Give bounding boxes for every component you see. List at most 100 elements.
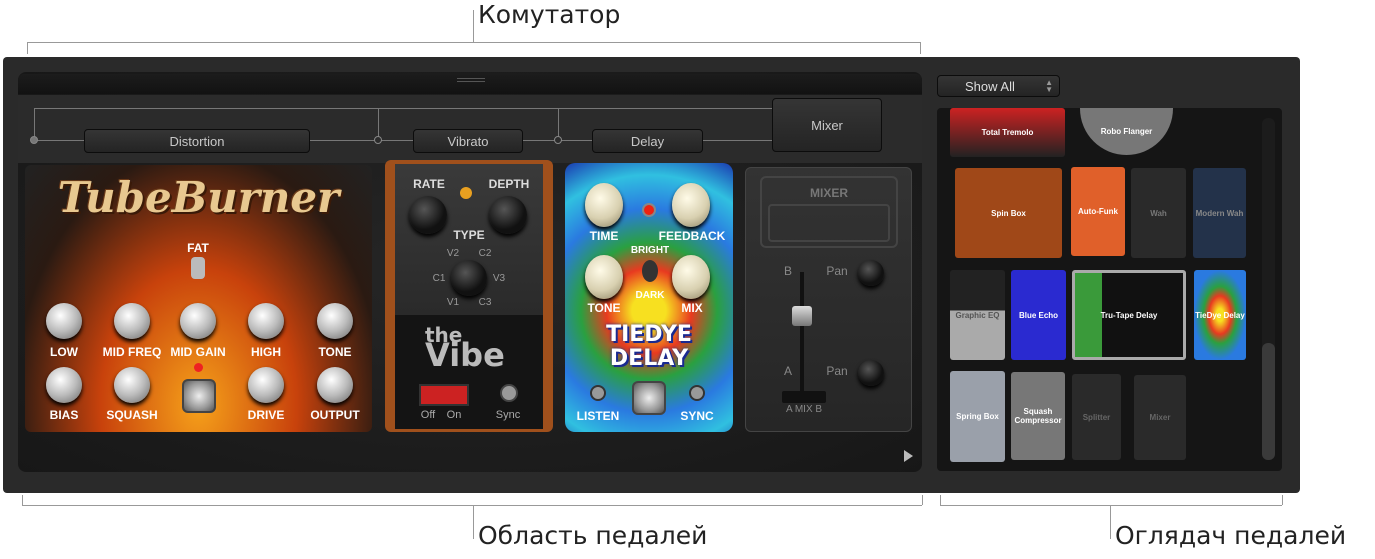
rate-knob[interactable] <box>409 196 447 234</box>
mid-freq-label: MID FREQ <box>102 345 162 359</box>
sync-button[interactable] <box>500 384 518 402</box>
feedback-label: FEEDBACK <box>658 229 726 243</box>
browser-pedal-auto-funk[interactable]: Auto-Funk <box>1071 167 1125 256</box>
router-mixer-button[interactable]: Mixer <box>772 98 882 152</box>
squash-label: SQUASH <box>106 408 158 422</box>
tone-label: TONE <box>318 345 352 359</box>
drive-label: DRIVE <box>247 408 285 422</box>
output-label: OUTPUT <box>310 408 360 422</box>
dark-label: DARK <box>635 290 665 301</box>
squash-knob[interactable] <box>114 367 150 403</box>
tiedye-logo: TIEDYE DELAY <box>565 323 733 371</box>
time-knob[interactable] <box>585 183 623 227</box>
pan-a-knob[interactable] <box>858 360 884 386</box>
browser-pedal-splitter[interactable]: Splitter <box>1072 374 1121 460</box>
listen-label: LISTEN <box>576 409 620 423</box>
mix-switch[interactable] <box>782 391 826 403</box>
drive-knob[interactable] <box>248 367 284 403</box>
vibe-logo: Vibe <box>425 336 505 374</box>
b-label: B <box>783 264 793 278</box>
callout-pedal-area: Область педалей <box>478 521 708 550</box>
feedback-knob[interactable] <box>672 183 710 227</box>
low-label: LOW <box>50 345 78 359</box>
fat-switch[interactable] <box>191 257 205 279</box>
tone-knob[interactable] <box>317 303 353 339</box>
mix-fader[interactable] <box>792 306 812 326</box>
high-label: HIGH <box>251 345 281 359</box>
logo-line: DELAY <box>609 346 689 371</box>
bright-label: BRIGHT <box>630 245 670 256</box>
browser-pedal-spring-box[interactable]: Spring Box <box>950 371 1005 462</box>
split-node[interactable] <box>374 136 382 144</box>
rate-label: RATE <box>413 177 445 191</box>
off-label: Off <box>420 409 436 421</box>
listen-button[interactable] <box>590 385 606 401</box>
tiedye-delay-pedal[interactable]: TIME FEEDBACK BRIGHT DARK TONE MIX TIEDY… <box>565 163 733 432</box>
type-label: TYPE <box>453 228 485 242</box>
resize-grip-icon[interactable] <box>457 78 485 82</box>
mixer-routing-icon <box>768 204 890 242</box>
browser-pedal-tru-tape-delay[interactable]: Tru-Tape Delay <box>1072 270 1186 360</box>
tubeburner-pedal[interactable]: TubeBurner FAT LOW MID FREQ MID GAIN HIG… <box>25 165 372 432</box>
mixer-pedal[interactable]: MIXER B Pan A Pan A MIX B <box>745 167 912 432</box>
bias-knob[interactable] <box>46 367 82 403</box>
browser-pedal-total-tremolo[interactable]: Total Tremolo <box>950 108 1065 157</box>
browser-pedal-tiedye-delay[interactable]: TieDye Delay <box>1194 270 1246 360</box>
browser-pedal-wah[interactable]: Wah <box>1131 168 1186 258</box>
low-knob[interactable] <box>46 303 82 339</box>
callout-router: Комутатор <box>478 0 621 29</box>
mixer-title: MIXER <box>809 186 849 200</box>
bypass-footswitch[interactable] <box>182 379 216 413</box>
sync-label: SYNC <box>680 409 714 423</box>
router-vibrato-button[interactable]: Vibrato <box>413 129 523 153</box>
browser-pedal-graphic-eq[interactable]: Graphic EQ <box>950 270 1005 360</box>
mix-switch-label: A MIX B <box>785 404 823 415</box>
browser-pedal-squash-compressor[interactable]: Squash Compressor <box>1011 372 1065 460</box>
tone-knob[interactable] <box>585 255 623 299</box>
mid-gain-label: MID GAIN <box>170 345 226 359</box>
bypass-footswitch[interactable] <box>632 381 666 415</box>
browser-filter-popup[interactable]: Show All ▲ ▼ <box>937 75 1060 97</box>
logo-line: TIEDYE <box>606 322 692 347</box>
mix-fader-track <box>800 272 804 392</box>
callout-pedal-browser: Оглядач педалей <box>1115 521 1347 550</box>
mid-gain-knob[interactable] <box>180 303 216 339</box>
v1-label: V1 <box>446 297 460 308</box>
browser-pedal-blue-echo[interactable]: Blue Echo <box>1011 270 1066 360</box>
router-distortion-button[interactable]: Distortion <box>84 129 310 153</box>
time-label: TIME <box>589 229 619 243</box>
browser-pedal-modern-wah[interactable]: Modern Wah <box>1193 168 1246 258</box>
router-input-node[interactable] <box>30 136 38 144</box>
split-node[interactable] <box>554 136 562 144</box>
mix-label: MIX <box>681 301 703 315</box>
tone-label: TONE <box>587 301 621 315</box>
depth-label: DEPTH <box>488 177 530 191</box>
v2-label: V2 <box>446 248 460 259</box>
browser-pedal-spin-box[interactable]: Spin Box <box>955 168 1062 258</box>
pan-b-label: Pan <box>826 264 848 278</box>
v3-label: V3 <box>492 273 506 284</box>
vibe-pedal[interactable]: RATE DEPTH TYPE V2 C2 C1 V3 V1 C3 the Vi… <box>385 160 553 432</box>
sync-button[interactable] <box>689 385 705 401</box>
browser-scrollbar-thumb[interactable] <box>1262 343 1275 460</box>
fat-label: FAT <box>187 241 209 255</box>
off-on-switch[interactable] <box>419 384 469 406</box>
depth-knob[interactable] <box>489 196 527 234</box>
bias-label: BIAS <box>49 408 79 422</box>
led-icon <box>460 187 472 199</box>
router-resize-bar[interactable] <box>18 74 922 94</box>
pan-a-label: Pan <box>826 364 848 378</box>
pan-b-knob[interactable] <box>858 260 884 286</box>
a-label: A <box>783 364 793 378</box>
browser-pedal-mixer[interactable]: Mixer <box>1134 375 1186 460</box>
output-knob[interactable] <box>317 367 353 403</box>
mid-freq-knob[interactable] <box>114 303 150 339</box>
play-arrow-icon[interactable] <box>904 450 913 462</box>
c3-label: C3 <box>478 297 492 308</box>
filter-value: Show All <box>965 78 1015 94</box>
router-delay-button[interactable]: Delay <box>592 129 703 153</box>
tone-switch[interactable] <box>642 260 658 282</box>
mix-knob[interactable] <box>672 255 710 299</box>
type-knob[interactable] <box>451 260 487 296</box>
high-knob[interactable] <box>248 303 284 339</box>
